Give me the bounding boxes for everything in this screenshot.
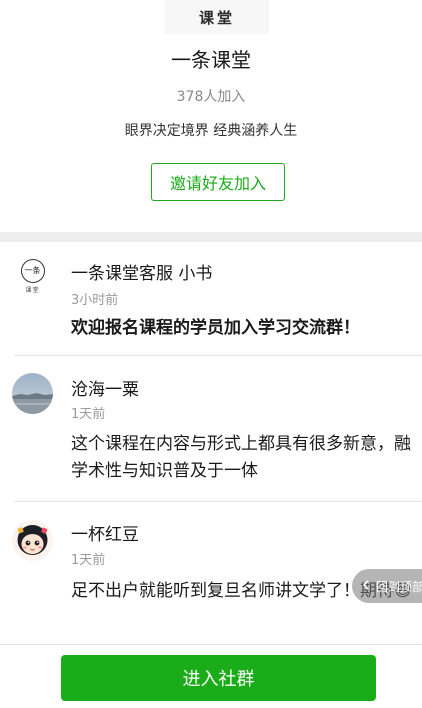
group-slogan: 眼界决定境界 经典涵养人生 (124, 123, 298, 139)
post-time: 1天前 (71, 553, 106, 568)
post-item[interactable]: 一条 课堂 一条课堂客服 小书 3小时前 欢迎报名课程的学员加入学习交流群！ (0, 242, 422, 356)
enter-community-button[interactable]: 进入社群 (61, 655, 376, 701)
post-content: 这个课程在内容与形式上都具有很多新意，融学术性与知识普及于一体 (71, 434, 411, 481)
back-arrow-icon (360, 579, 372, 594)
post-time: 1天前 (71, 407, 106, 422)
logo-glyph: 一条 (20, 259, 45, 283)
avatar[interactable]: 一条 课堂 (12, 256, 53, 297)
post-author[interactable]: 一条课堂客服 小书 (71, 259, 212, 284)
brand-logo: 课堂 (165, 0, 269, 34)
post-time: 3小时前 (71, 293, 119, 308)
member-count: 378人加入 (176, 89, 246, 105)
post-item[interactable]: 沧海一粟 1天前 这个课程在内容与形式上都具有很多新意，融学术性与知识普及于一体 (0, 356, 422, 502)
section-divider (0, 232, 422, 242)
bottom-bar: 进入社群 (0, 644, 422, 708)
back-to-top-button[interactable]: 回到顶部 (352, 569, 422, 603)
back-to-top-label: 回到顶部 (376, 579, 422, 594)
invite-friends-button[interactable]: 邀请好友加入 (151, 163, 285, 201)
avatar[interactable] (12, 373, 53, 414)
logo-subtitle: 课堂 (25, 287, 40, 294)
cartoon-girl-icon (12, 520, 53, 561)
post-content: 欢迎报名课程的学员加入学习交流群！ (71, 318, 360, 338)
post-author[interactable]: 沧海一粟 (71, 375, 139, 400)
landscape-photo-icon (12, 373, 53, 414)
post-author[interactable]: 一杯红豆 (71, 520, 139, 545)
group-header: 课堂 一条课堂 378人加入 眼界决定境界 经典涵养人生 邀请好友加入 (0, 0, 422, 232)
avatar[interactable] (12, 520, 53, 561)
group-title: 一条课堂 (171, 48, 251, 72)
